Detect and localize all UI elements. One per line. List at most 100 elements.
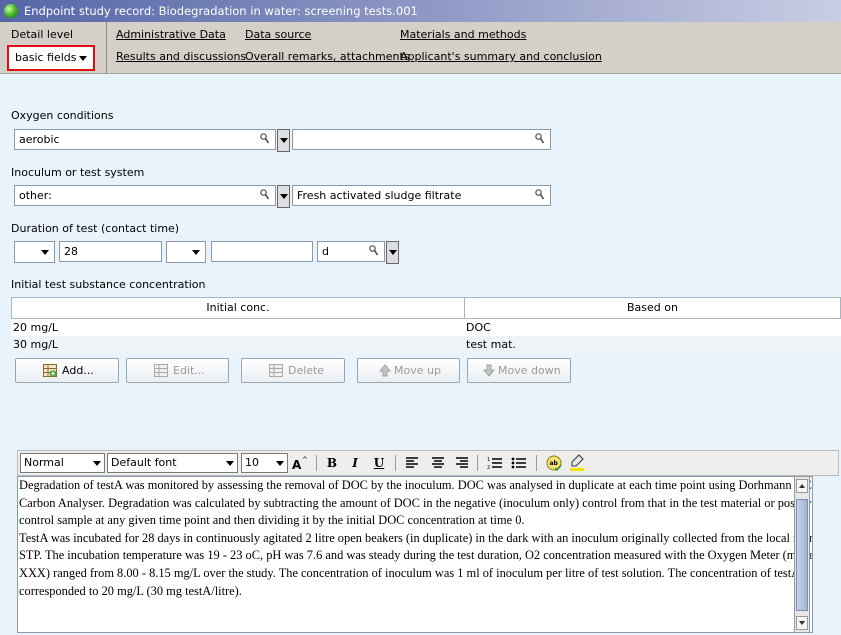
add-button-label: Add... — [62, 364, 94, 377]
link-overall-remarks[interactable]: Overall remarks, attachments — [245, 50, 410, 63]
oxygen-conditions-other-field[interactable] — [292, 129, 551, 150]
toolbar-divider — [536, 455, 537, 471]
duration-value-field[interactable]: 28 — [59, 241, 162, 262]
link-data-source[interactable]: Data source — [245, 28, 311, 41]
inoculum-other-value: Fresh activated sludge filtrate — [297, 189, 462, 202]
editor-scrollbar[interactable] — [794, 476, 810, 633]
oxygen-conditions-dropdown[interactable] — [277, 129, 290, 152]
scroll-down-icon[interactable] — [796, 616, 808, 630]
duration-value2-field[interactable] — [211, 241, 313, 262]
font-size-select[interactable]: 10 — [241, 453, 288, 473]
column-header-based-on[interactable]: Based on — [464, 297, 841, 319]
oxygen-conditions-field[interactable]: aerobic — [14, 129, 276, 150]
duration-qualifier2-select[interactable] — [166, 241, 206, 263]
toolbar-divider — [316, 455, 317, 471]
duration-qualifier-select[interactable] — [14, 241, 55, 263]
link-administrative-data[interactable]: Administrative Data — [116, 28, 226, 41]
font-family-select[interactable]: Default font — [107, 453, 238, 473]
search-icon[interactable] — [260, 133, 269, 145]
paragraph-style-select[interactable]: Normal — [20, 453, 105, 473]
chevron-down-icon — [276, 461, 284, 466]
toolbar-divider — [395, 455, 396, 471]
bold-button[interactable]: B — [325, 454, 339, 472]
link-applicant-summary[interactable]: Applicant's summary and conclusion — [400, 50, 602, 63]
move-up-button[interactable]: Move up — [357, 358, 460, 383]
table-row[interactable]: 30 mg/L test mat. — [11, 336, 841, 353]
add-button[interactable]: Add... — [15, 358, 119, 383]
delete-button-label: Delete — [288, 364, 325, 377]
editor-line: Degradation of testA was monitored by as… — [19, 478, 813, 492]
align-left-icon[interactable] — [405, 454, 419, 472]
move-up-button-label: Move up — [394, 364, 441, 377]
svg-text:^: ^ — [302, 456, 308, 464]
inoculum-field[interactable]: other: — [14, 185, 276, 206]
duration-value: 28 — [64, 245, 78, 258]
cell-based-on: DOC — [466, 321, 491, 334]
inoculum-label: Inoculum or test system — [11, 166, 145, 179]
editor-line: TestA was incubated for 28 days in conti… — [19, 530, 813, 545]
chevron-down-icon — [41, 250, 49, 255]
paragraph-style-value: Normal — [24, 456, 64, 469]
align-center-icon[interactable] — [431, 454, 445, 472]
scroll-thumb[interactable] — [796, 499, 808, 611]
chevron-down-icon — [389, 250, 397, 255]
toolbar-divider — [106, 22, 107, 74]
rich-text-toolbar: Normal Default font 10 A ^ B I U 12 ab — [17, 450, 839, 476]
svg-text:ab: ab — [550, 460, 559, 467]
highlight-icon[interactable] — [569, 454, 585, 472]
svg-text:2: 2 — [487, 465, 490, 471]
duration-unit-value: d — [322, 245, 329, 258]
link-results-discussions[interactable]: Results and discussions — [116, 50, 246, 63]
edit-button-label: Edit... — [173, 364, 205, 377]
numbered-list-icon[interactable]: 12 — [487, 454, 503, 472]
search-icon[interactable] — [260, 189, 269, 201]
title-bar: Endpoint study record: Biodegradation in… — [0, 0, 841, 22]
italic-button[interactable]: I — [348, 454, 362, 472]
chevron-down-icon — [192, 250, 200, 255]
detail-level-select[interactable]: basic fields — [7, 45, 95, 71]
scroll-up-icon[interactable] — [796, 479, 808, 493]
rich-text-editor[interactable]: Degradation of testA was monitored by as… — [17, 476, 813, 633]
detail-level-value: basic fields — [15, 51, 77, 64]
editor-line: control sample at any given time point a… — [19, 513, 525, 528]
column-header-initial-conc[interactable]: Initial conc. — [11, 297, 465, 319]
oxygen-conditions-value: aerobic — [19, 133, 60, 146]
spellcheck-icon[interactable]: ab — [545, 454, 563, 472]
duration-unit-field[interactable]: d — [317, 241, 385, 262]
toolbar-divider — [477, 455, 478, 471]
delete-button[interactable]: Delete — [241, 358, 345, 383]
window-title: Endpoint study record: Biodegradation in… — [24, 4, 418, 18]
arrow-down-icon — [482, 364, 496, 377]
align-right-icon[interactable] — [455, 454, 469, 472]
underline-button[interactable]: U — [372, 454, 386, 472]
move-down-button[interactable]: Move down — [467, 358, 571, 383]
svg-text:A: A — [292, 458, 302, 472]
duration-label: Duration of test (contact time) — [11, 222, 180, 235]
delete-row-icon — [269, 364, 283, 377]
detail-level-label: Detail level — [11, 28, 74, 41]
inoculum-other-field[interactable]: Fresh activated sludge filtrate — [292, 185, 551, 206]
inoculum-value: other: — [19, 189, 52, 202]
table-row[interactable]: 20 mg/L DOC — [11, 319, 841, 336]
editor-line: XXX) ranged from 8.00 - 8.15 mg/L over t… — [19, 565, 801, 580]
search-icon[interactable] — [535, 189, 544, 201]
chevron-down-icon — [79, 56, 87, 61]
svg-text:1: 1 — [487, 457, 490, 463]
app-status-icon — [4, 4, 18, 18]
editor-line: STP. The incubation temperature was 19 -… — [19, 548, 813, 563]
font-size-value: 10 — [245, 456, 259, 469]
edit-button[interactable]: Edit... — [126, 358, 229, 383]
search-icon[interactable] — [535, 133, 544, 145]
initial-conc-label: Initial test substance concentration — [11, 278, 206, 291]
duration-unit-dropdown[interactable] — [386, 241, 399, 264]
link-materials-methods[interactable]: Materials and methods — [400, 28, 526, 41]
font-size-adjust-icon[interactable]: A ^ — [291, 454, 309, 472]
chevron-down-icon — [93, 461, 101, 466]
edit-row-icon — [154, 364, 168, 377]
arrow-up-icon — [378, 364, 392, 377]
bullet-list-icon[interactable] — [511, 454, 527, 472]
chevron-down-icon — [280, 194, 288, 199]
inoculum-dropdown[interactable] — [277, 185, 290, 208]
search-icon[interactable] — [369, 245, 378, 257]
editor-line: Carbon Analyser. Degradation was calcula… — [19, 495, 813, 510]
